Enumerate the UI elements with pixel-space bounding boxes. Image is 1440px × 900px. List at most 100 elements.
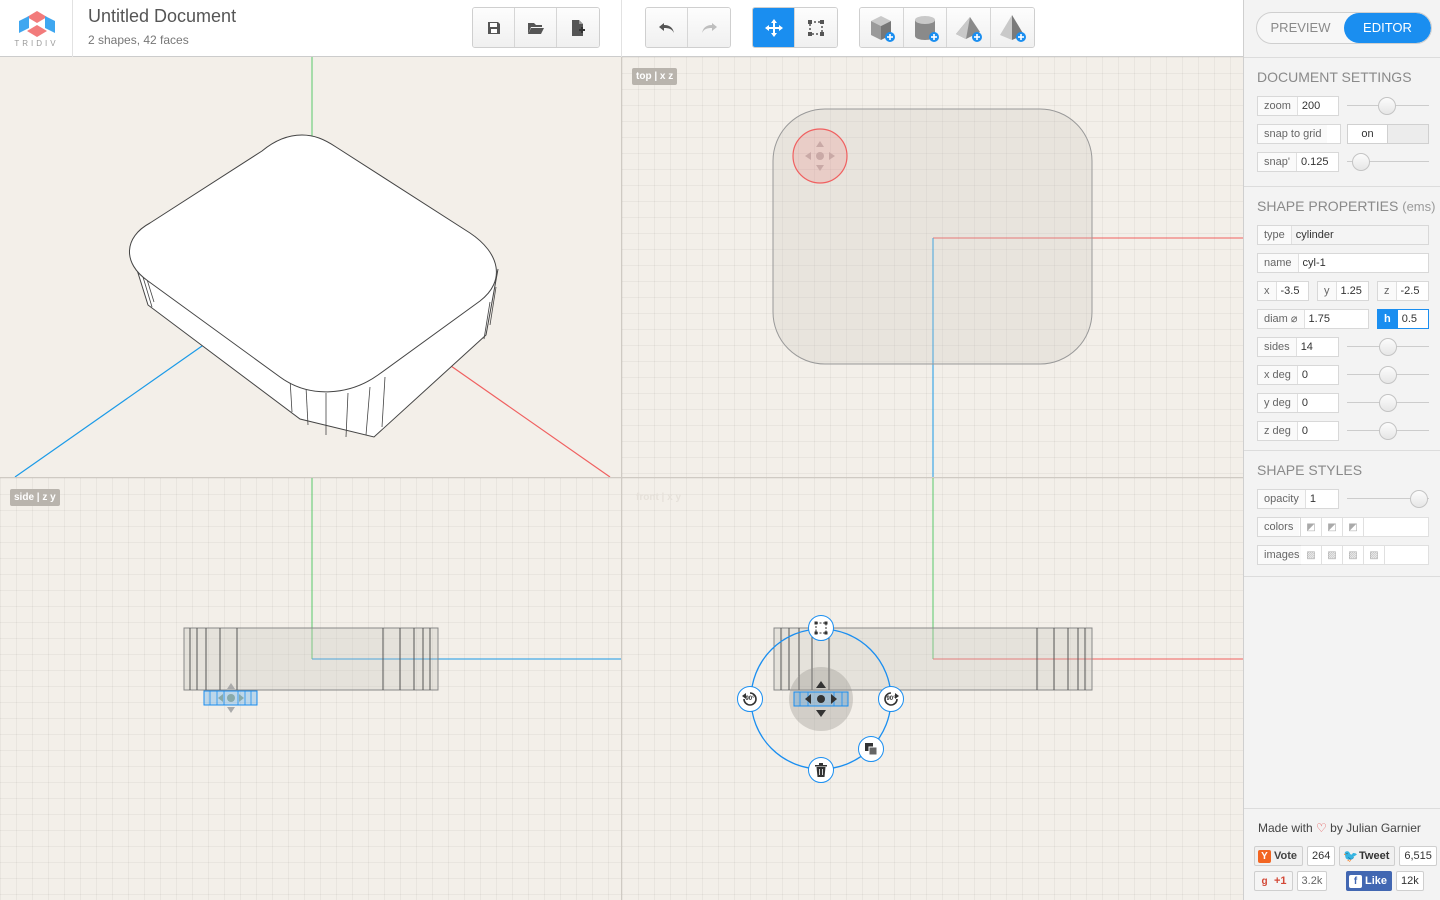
gizmo-rotate-right-handle[interactable]: 90° bbox=[878, 686, 904, 712]
snap-toggle-on[interactable]: on bbox=[1348, 125, 1388, 143]
gplus-button[interactable]: g +1 bbox=[1254, 871, 1293, 891]
image-slot-4[interactable]: ▨ bbox=[1364, 545, 1385, 565]
zoom-slider-knob[interactable] bbox=[1378, 97, 1396, 115]
image-slot-3[interactable]: ▨ bbox=[1343, 545, 1364, 565]
x-deg-slider[interactable] bbox=[1347, 365, 1429, 385]
shapes-toolbar bbox=[859, 7, 1035, 48]
zoom-slider[interactable] bbox=[1347, 96, 1429, 116]
color-slot-3[interactable]: ◩ bbox=[1343, 517, 1364, 537]
shape-styles-title: SHAPE STYLES bbox=[1257, 462, 1363, 478]
new-file-icon bbox=[572, 19, 585, 36]
panel-divider bbox=[1244, 450, 1440, 451]
zoom-field[interactable]: zoom 200 bbox=[1257, 96, 1339, 116]
tridiv-logo[interactable]: TRIDIV bbox=[0, 0, 73, 57]
image-slot-1[interactable]: ▨ bbox=[1301, 545, 1322, 565]
vote-widget: Y Vote 264 bbox=[1254, 846, 1336, 866]
add-cylinder-button[interactable] bbox=[903, 8, 947, 47]
image-icon: ▨ bbox=[1306, 549, 1316, 561]
selected-shape-3d bbox=[129, 134, 499, 438]
snap-value: 0.125 bbox=[1300, 156, 1329, 168]
like-count: 12k bbox=[1396, 871, 1424, 891]
prism-icon bbox=[956, 16, 983, 42]
y-deg-slider-knob[interactable] bbox=[1379, 394, 1397, 412]
zoom-row: zoom 200 bbox=[1257, 96, 1429, 116]
snap-field[interactable]: snap' 0.125 bbox=[1257, 152, 1339, 172]
snap-slider[interactable] bbox=[1347, 152, 1429, 172]
color-slot-empty bbox=[1364, 517, 1429, 537]
properties-panel: PREVIEW EDITOR DOCUMENT SETTINGS zoom 20… bbox=[1243, 0, 1440, 900]
image-slot-2[interactable]: ▨ bbox=[1322, 545, 1343, 565]
preview-mode-button[interactable]: PREVIEW bbox=[1257, 13, 1344, 43]
open-button[interactable] bbox=[515, 8, 557, 47]
editor-mode-button[interactable]: EDITOR bbox=[1344, 13, 1431, 43]
opacity-field[interactable]: opacity 1 bbox=[1257, 489, 1339, 509]
image-icon: ▨ bbox=[1348, 549, 1358, 561]
name-row: name cyl-1 bbox=[1257, 253, 1429, 273]
name-field[interactable]: name cyl-1 bbox=[1257, 253, 1429, 273]
color-slot-2[interactable]: ◩ bbox=[1322, 517, 1343, 537]
paint-bucket-icon: ◩ bbox=[1306, 521, 1316, 533]
z-deg-slider-knob[interactable] bbox=[1379, 422, 1397, 440]
tweet-button[interactable]: 🐦 Tweet bbox=[1339, 846, 1396, 866]
z-field[interactable]: z -2.5 bbox=[1377, 281, 1429, 301]
side-viewport[interactable]: side | z y bbox=[0, 478, 621, 900]
z-deg-slider[interactable] bbox=[1347, 421, 1429, 441]
new-document-button[interactable] bbox=[557, 8, 599, 47]
front-viewport[interactable]: 90° 90° front | x y bbox=[622, 478, 1243, 900]
select-tool-button[interactable] bbox=[795, 8, 837, 47]
gizmo-delete-handle[interactable] bbox=[808, 757, 834, 783]
x-field[interactable]: x -3.5 bbox=[1257, 281, 1309, 301]
snap-to-grid-toggle[interactable]: on bbox=[1347, 124, 1429, 144]
sides-slider[interactable] bbox=[1347, 337, 1429, 357]
opacity-slider[interactable] bbox=[1347, 489, 1429, 509]
y-field[interactable]: y 1.25 bbox=[1317, 281, 1369, 301]
viewport-label-top: top | x z bbox=[632, 68, 678, 85]
y-deg-slider[interactable] bbox=[1347, 393, 1429, 413]
gizmo-duplicate-handle[interactable] bbox=[858, 736, 884, 762]
pyramid-icon bbox=[1000, 14, 1027, 42]
y-deg-row: y deg 0 bbox=[1257, 393, 1429, 413]
add-cuboid-button[interactable] bbox=[860, 8, 904, 47]
viewport-divider-horizontal bbox=[0, 477, 1243, 478]
gplus-widget: g +1 3.2k bbox=[1254, 871, 1328, 891]
y-deg-field[interactable]: y deg 0 bbox=[1257, 393, 1339, 413]
save-button[interactable] bbox=[473, 8, 515, 47]
snap-toggle-off[interactable] bbox=[1388, 125, 1428, 143]
credit-author[interactable]: by Julian Garnier bbox=[1330, 821, 1421, 835]
x-deg-slider-knob[interactable] bbox=[1379, 366, 1397, 384]
move-tool-button[interactable] bbox=[753, 8, 795, 47]
panel-divider bbox=[1244, 808, 1440, 809]
document-title[interactable]: Untitled Document bbox=[88, 6, 236, 27]
z-deg-field[interactable]: z deg 0 bbox=[1257, 421, 1339, 441]
file-toolbar bbox=[472, 7, 600, 48]
opacity-slider-knob[interactable] bbox=[1410, 490, 1428, 508]
y-deg-label: y deg bbox=[1258, 394, 1298, 412]
add-prism-button[interactable] bbox=[947, 8, 991, 47]
add-pyramid-button[interactable] bbox=[990, 8, 1034, 47]
redo-icon bbox=[702, 22, 717, 33]
color-slots: ◩ ◩ ◩ bbox=[1301, 517, 1429, 537]
trash-icon bbox=[815, 763, 827, 777]
gizmo-rotate-left-handle[interactable]: 90° bbox=[737, 686, 763, 712]
images-label: images bbox=[1258, 546, 1306, 564]
mode-toggle: PREVIEW EDITOR bbox=[1256, 12, 1432, 44]
x-deg-field[interactable]: x deg 0 bbox=[1257, 365, 1339, 385]
height-field[interactable]: h 0.5 bbox=[1377, 309, 1429, 329]
shape-properties-unit: (ems) bbox=[1402, 199, 1436, 214]
rotate-left-label: 90° bbox=[745, 696, 755, 702]
snap-slider-knob[interactable] bbox=[1352, 153, 1370, 171]
sides-field[interactable]: sides 14 bbox=[1257, 337, 1339, 357]
sides-slider-knob[interactable] bbox=[1379, 338, 1397, 356]
like-button[interactable]: f Like bbox=[1346, 871, 1393, 891]
gizmo-scale-handle[interactable] bbox=[808, 615, 834, 641]
undo-button[interactable] bbox=[646, 8, 688, 47]
top-viewport[interactable]: top | x z bbox=[622, 57, 1243, 477]
color-slot-1[interactable]: ◩ bbox=[1301, 517, 1322, 537]
diameter-field[interactable]: diam ⌀ 1.75 bbox=[1257, 309, 1369, 329]
paint-bucket-icon: ◩ bbox=[1348, 521, 1358, 533]
viewport-label-side: side | z y bbox=[10, 489, 60, 506]
perspective-viewport[interactable] bbox=[0, 57, 621, 477]
vote-button[interactable]: Y Vote bbox=[1254, 846, 1304, 866]
x-deg-label: x deg bbox=[1258, 366, 1298, 384]
redo-button[interactable] bbox=[688, 8, 730, 47]
